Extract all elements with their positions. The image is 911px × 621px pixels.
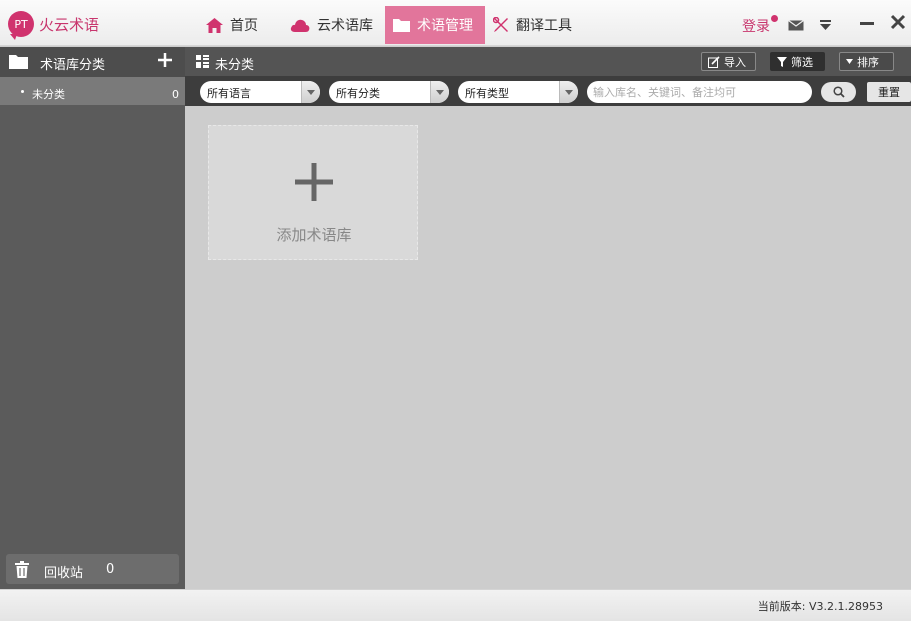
search-icon xyxy=(832,86,845,98)
current-category-title: 未分类 xyxy=(215,58,255,73)
grid-view-icon xyxy=(196,55,209,68)
category-select[interactable]: 所有分类 xyxy=(329,81,449,103)
edit-icon xyxy=(708,55,720,68)
sidebar-title: 术语库分类 xyxy=(40,58,106,73)
status-bar: 当前版本: V3.2.1.28953 xyxy=(0,589,911,621)
sidebar-item-label: 未分类 xyxy=(32,88,65,101)
tab-manage-label: 术语管理 xyxy=(417,18,473,34)
bullet-icon xyxy=(21,90,24,93)
login-link[interactable]: 登录 xyxy=(742,16,770,36)
add-library-card[interactable]: 添加术语库 xyxy=(208,125,418,260)
caret-down-icon xyxy=(846,59,853,64)
chevron-down-icon xyxy=(301,81,320,103)
recycle-count: 0 xyxy=(106,562,115,577)
app-logo: PT xyxy=(8,11,34,40)
tab-home[interactable]: 首页 xyxy=(206,6,258,44)
add-library-label: 添加术语库 xyxy=(276,226,352,244)
folder-icon xyxy=(393,19,410,32)
content-toolbar: 未分类 导入 筛选 排序 xyxy=(185,47,911,76)
filter-label: 筛选 xyxy=(791,55,813,69)
sort-label: 排序 xyxy=(857,55,879,69)
cloud-icon xyxy=(290,19,310,32)
sidebar-header: 术语库分类 xyxy=(0,47,185,77)
search-input[interactable] xyxy=(587,81,812,103)
language-select-value: 所有语言 xyxy=(207,87,251,100)
filter-bar: 所有语言 所有分类 所有类型 重置 xyxy=(185,76,911,106)
tab-cloud-label: 云术语库 xyxy=(317,18,373,34)
tab-term-management[interactable]: 术语管理 xyxy=(385,6,485,44)
language-select[interactable]: 所有语言 xyxy=(200,81,320,103)
home-icon xyxy=(206,17,223,33)
tab-translation-tools[interactable]: 翻译工具 xyxy=(493,6,572,44)
tools-icon xyxy=(493,17,508,32)
chevron-down-icon xyxy=(559,81,578,103)
category-select-value: 所有分类 xyxy=(336,87,380,100)
close-icon[interactable] xyxy=(890,14,906,30)
version-text: 当前版本: V3.2.1.28953 xyxy=(757,600,883,613)
menu-down-icon[interactable] xyxy=(820,20,831,30)
category-sidebar: 术语库分类 未分类 0 回收站 0 xyxy=(0,47,185,589)
import-button[interactable]: 导入 xyxy=(701,52,756,71)
tab-tools-label: 翻译工具 xyxy=(516,18,572,34)
plus-icon xyxy=(295,163,333,201)
chevron-down-icon xyxy=(430,81,449,103)
recycle-bin[interactable]: 回收站 0 xyxy=(6,554,179,584)
trash-icon xyxy=(15,561,29,578)
type-select[interactable]: 所有类型 xyxy=(458,81,578,103)
mail-icon[interactable] xyxy=(788,20,804,31)
tab-home-label: 首页 xyxy=(230,18,258,34)
library-grid: 添加术语库 xyxy=(185,106,911,589)
import-label: 导入 xyxy=(724,55,746,69)
add-category-icon[interactable] xyxy=(158,53,172,67)
search-button[interactable] xyxy=(821,82,856,102)
tab-cloud-library[interactable]: 云术语库 xyxy=(290,6,373,44)
folder-icon xyxy=(9,55,28,69)
minimize-icon[interactable] xyxy=(860,22,874,25)
sidebar-item-count: 0 xyxy=(172,88,179,101)
type-select-value: 所有类型 xyxy=(465,87,509,100)
title-bar: PT 火云术语 首页 云术语库 术语管理 翻译工具 登录 xyxy=(0,0,911,46)
recycle-label: 回收站 xyxy=(44,566,84,581)
reset-button[interactable]: 重置 xyxy=(867,82,911,102)
app-title: 火云术语 xyxy=(39,16,100,34)
sort-button[interactable]: 排序 xyxy=(839,52,894,71)
notification-dot xyxy=(771,15,778,22)
filter-icon xyxy=(777,56,787,67)
filter-button[interactable]: 筛选 xyxy=(770,52,825,71)
sidebar-item-uncategorized[interactable]: 未分类 0 xyxy=(0,77,185,105)
